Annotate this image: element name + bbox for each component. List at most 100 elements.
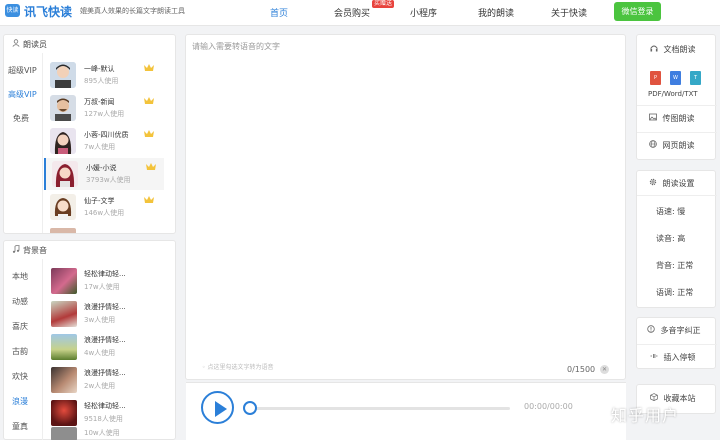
voice-tab-free[interactable]: 免费	[13, 113, 29, 124]
nav-my-reading[interactable]: 我的朗读	[478, 6, 514, 19]
globe-icon	[649, 140, 660, 150]
wechat-login-button[interactable]: 微信登录	[614, 2, 661, 21]
user-icon	[12, 39, 20, 49]
bgm-usage: 9518人使用	[84, 415, 123, 423]
progress-track[interactable]	[250, 407, 510, 410]
bgm-name: 浪漫抒情轻...	[84, 303, 126, 311]
voice-name: 小蓉-四川优质	[84, 131, 129, 139]
nav-about[interactable]: 关于快读	[551, 6, 587, 19]
nav-miniapp[interactable]: 小程序	[410, 6, 437, 19]
bgm-item[interactable]: 浪漫抒情轻... 4w人使用	[44, 331, 164, 363]
bgm-panel: 背景音 本地 动感 喜庆 古韵 欢快 浪漫 童真 轻松律动轻... 17w人使用…	[3, 240, 176, 440]
bgm-item[interactable]: 浪漫抒情轻... 2w人使用	[44, 364, 164, 396]
bgm-name: 轻松律动轻...	[84, 270, 126, 278]
hot-badge: 买赠送	[372, 0, 395, 8]
bgm-tab-dynamic[interactable]: 动感	[12, 296, 28, 307]
voice-item[interactable]: 仙子-文学 146w人使用	[44, 191, 164, 223]
top-header: 快读 讯飞快读 媲美真人效果的长篇文字朗读工具 首页 会员购买 买赠送 小程序 …	[0, 0, 720, 26]
voice-usage: 895人使用	[84, 77, 119, 85]
app-logo-text[interactable]: 讯飞快读	[24, 3, 72, 20]
edit-tools-panel: 多音字纠正 插入停顿	[636, 317, 717, 369]
bgm-tab-cheerful[interactable]: 欢快	[12, 371, 28, 382]
bgm-item[interactable]: 10w人使用	[44, 427, 164, 440]
audio-player: 00:00/00:00	[186, 382, 626, 440]
crown-icon	[144, 129, 154, 137]
voice-usage: 7w人使用	[84, 143, 116, 151]
pdf-file-icon: P	[650, 71, 661, 85]
slogan: 媲美真人效果的长篇文字朗读工具	[80, 7, 185, 15]
avatar	[52, 161, 78, 187]
bgm-tab-childlike[interactable]: 童真	[12, 421, 28, 432]
bgm-tab-divider	[42, 259, 43, 440]
nav-home[interactable]: 首页	[270, 6, 288, 19]
play-button[interactable]	[201, 391, 234, 424]
crown-icon	[144, 96, 154, 104]
voice-tab-divider	[42, 53, 43, 233]
progress-knob[interactable]	[243, 401, 257, 415]
txt-file-icon: T	[690, 71, 701, 85]
crown-icon	[144, 63, 154, 71]
voice-name: 万叔-新闻	[84, 98, 115, 106]
word-file-icon: W	[670, 71, 681, 85]
avatar	[50, 194, 76, 220]
voice-item-selected[interactable]: 小媛-小说 3793w人使用	[44, 158, 164, 190]
tone-setting[interactable]: 语调: 正常	[656, 287, 693, 298]
voice-tab-super-vip[interactable]: 超级VIP	[8, 65, 37, 76]
voice-tab-senior-vip[interactable]: 高级VIP	[8, 89, 37, 100]
bgm-item[interactable]: 浪漫抒情轻... 3w人使用	[44, 298, 164, 330]
speed-setting[interactable]: 语速: 慢	[656, 206, 685, 217]
voice-panel-title: 朗读员	[12, 39, 47, 50]
pitch-setting[interactable]: 读音: 高	[656, 233, 685, 244]
reading-settings-panel: 朗读设置 语速: 慢 读音: 高 背音: 正常 语调: 正常	[636, 170, 717, 308]
editor-placeholder: 请输入需要转语音的文字	[192, 42, 280, 51]
polyphone-button[interactable]: 多音字纠正	[647, 325, 701, 336]
bgm-thumbnail	[51, 427, 77, 440]
nav-vip[interactable]: 会员购买	[334, 6, 370, 19]
image-icon	[649, 113, 660, 123]
bgm-name: 轻松律动轻...	[84, 402, 126, 410]
divider	[637, 344, 717, 345]
app-logo-icon[interactable]: 快读	[5, 4, 20, 17]
avatar	[50, 62, 76, 88]
gear-icon	[649, 178, 660, 188]
bgm-item[interactable]: 轻松律动轻... 17w人使用	[44, 265, 164, 297]
char-counter: 0/1500	[567, 365, 596, 374]
clear-icon[interactable]: ✕	[600, 365, 609, 374]
divider	[637, 132, 717, 133]
avatar-partial	[50, 228, 76, 233]
bgm-item[interactable]: 轻松律动轻... 9518人使用	[44, 397, 164, 429]
play-icon	[215, 401, 227, 417]
bgm-thumbnail	[51, 367, 77, 393]
watermark: 知乎用户	[611, 406, 680, 425]
voice-name: 一峰-默认	[84, 65, 115, 73]
voice-usage: 3793w人使用	[86, 176, 131, 184]
bgm-thumbnail	[51, 334, 77, 360]
bgm-tab-local[interactable]: 本地	[12, 271, 28, 282]
doc-formats: PDF/Word/TXT	[648, 90, 698, 98]
bgm-usage: 10w人使用	[84, 429, 120, 437]
image-reading-button[interactable]: 传图朗读	[649, 113, 695, 124]
text-editor[interactable]: 请输入需要转语音的文字 ◦ 点这里勾选文字转为语音 0/1500 ✕	[185, 34, 626, 380]
voice-item[interactable]: 一峰-默认 895人使用	[44, 59, 164, 91]
bgm-level-setting[interactable]: 背音: 正常	[656, 260, 693, 271]
bgm-thumbnail	[51, 400, 77, 426]
insert-pause-button[interactable]: 插入停顿	[650, 352, 696, 363]
doc-reading-button[interactable]: 文档朗读	[650, 44, 696, 55]
voice-item[interactable]: 万叔-新闻 127w人使用	[44, 92, 164, 124]
voice-item[interactable]: 小蓉-四川优质 7w人使用	[44, 125, 164, 157]
playback-time: 00:00/00:00	[524, 402, 573, 411]
avatar	[50, 128, 76, 154]
bgm-tab-classical[interactable]: 古韵	[12, 346, 28, 357]
headphones-icon	[650, 45, 661, 54]
bgm-tab-festive[interactable]: 喜庆	[12, 321, 28, 332]
bgm-tab-romantic[interactable]: 浪漫	[12, 396, 28, 407]
info-circle-icon	[647, 325, 658, 335]
bgm-name: 浪漫抒情轻...	[84, 336, 126, 344]
crown-icon	[146, 162, 156, 170]
editor-hint: ◦ 点这里勾选文字转为语音	[202, 364, 274, 371]
settings-title: 朗读设置	[649, 178, 695, 189]
web-reading-button[interactable]: 网页朗读	[649, 140, 695, 151]
voice-usage: 127w人使用	[84, 110, 125, 118]
bgm-thumbnail	[51, 301, 77, 327]
bgm-panel-title: 背景音	[12, 244, 47, 256]
